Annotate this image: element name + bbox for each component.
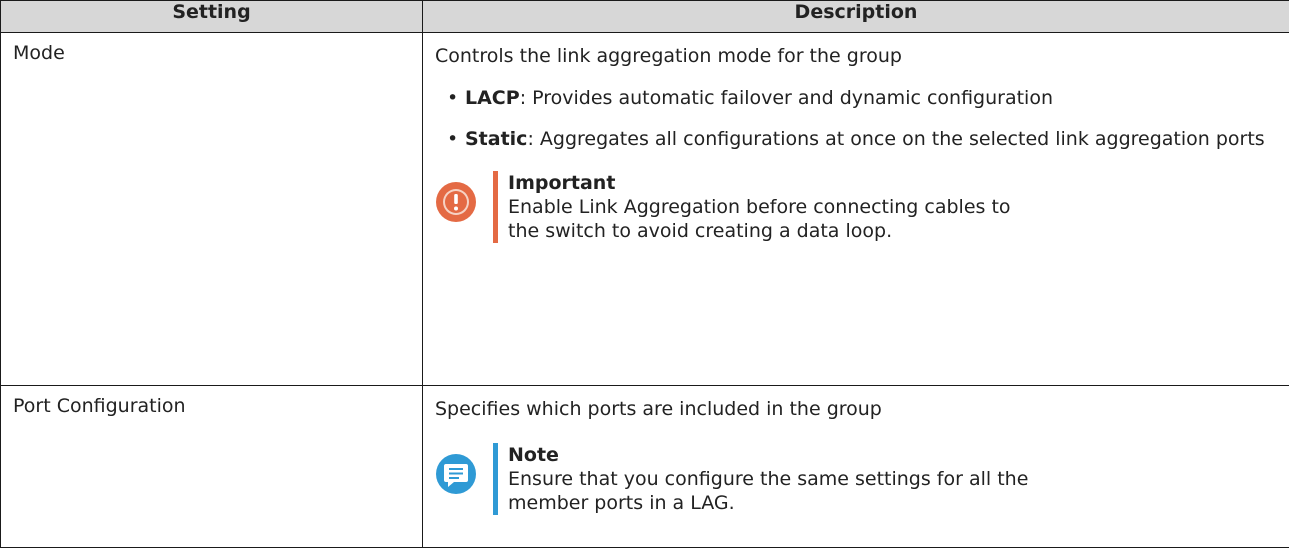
callout-title: Important: [508, 171, 1011, 195]
callout-text-line: Enable Link Aggregation before connectin…: [508, 195, 1011, 219]
setting-description-cell: Controls the link aggregation mode for t…: [423, 33, 1289, 386]
setting-description: Controls the link aggregation mode for t…: [435, 42, 1277, 70]
callout-text-line: the switch to avoid creating a data loop…: [508, 219, 1011, 243]
bullet-icon: •: [447, 84, 458, 112]
table-row: Port Configuration Specifies which ports…: [1, 386, 1289, 548]
list-item: • Static: Aggregates all configurations …: [435, 125, 1277, 153]
table-row: Mode Controls the link aggregation mode …: [1, 33, 1289, 386]
callout-bar: [493, 171, 498, 243]
setting-description: Specifies which ports are included in th…: [435, 395, 1277, 423]
callout-text-line: member ports in a LAG.: [508, 491, 1028, 515]
callout-title: Note: [508, 443, 1028, 467]
note-callout: Note Ensure that you configure the same …: [435, 443, 1277, 515]
option-text: : Provides automatic failover and dynami…: [520, 87, 1053, 109]
exclamation-icon: [435, 181, 477, 223]
setting-name: Mode: [1, 33, 423, 386]
settings-table: Setting Description Mode Controls the li…: [0, 0, 1289, 548]
header-setting: Setting: [1, 1, 423, 33]
callout-text-line: Ensure that you configure the same setti…: [508, 467, 1028, 491]
important-callout: Important Enable Link Aggregation before…: [435, 171, 1277, 243]
setting-name: Port Configuration: [1, 386, 423, 548]
option-list: • LACP: Provides automatic failover and …: [435, 84, 1277, 153]
note-icon: [435, 453, 477, 495]
option-text: : Aggregates all configurations at once …: [527, 128, 1264, 150]
bullet-icon: •: [447, 125, 458, 153]
header-description: Description: [423, 1, 1289, 33]
option-name: LACP: [465, 87, 520, 109]
list-item: • LACP: Provides automatic failover and …: [435, 84, 1277, 112]
option-name: Static: [465, 128, 527, 150]
setting-description-cell: Specifies which ports are included in th…: [423, 386, 1289, 548]
callout-bar: [493, 443, 498, 515]
table-header-row: Setting Description: [1, 1, 1289, 33]
